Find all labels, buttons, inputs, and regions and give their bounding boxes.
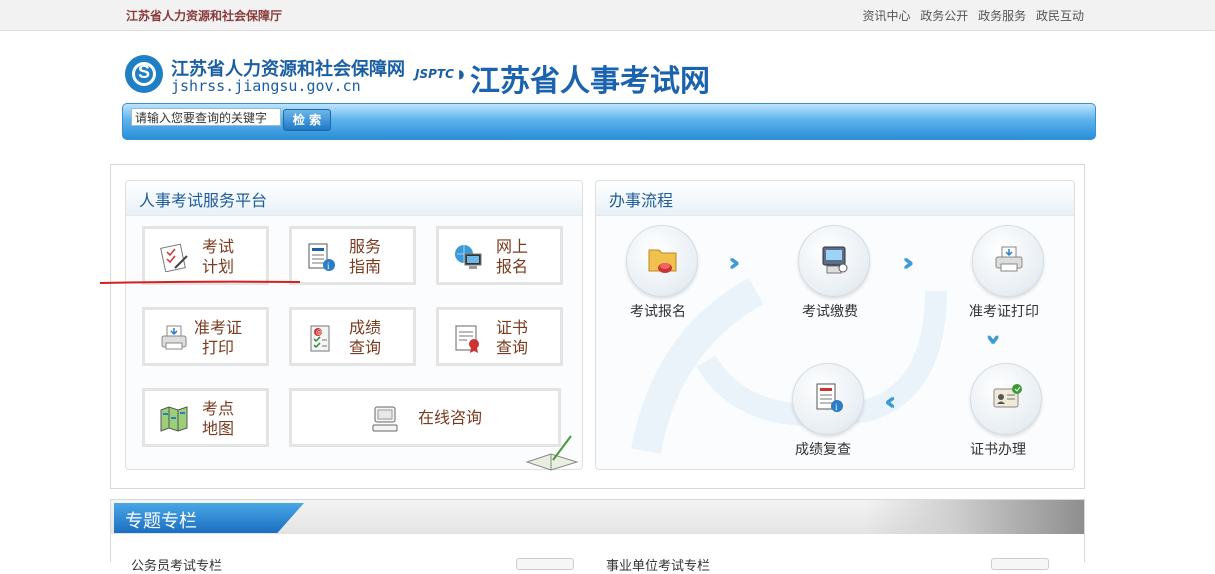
- printer-icon: [995, 246, 1023, 272]
- top-bar: 江苏省人力资源和社会保障厅 资讯中心 政务公开 政务服务 政民互动: [0, 0, 1215, 31]
- tile-label: 在线咨询: [418, 408, 483, 427]
- certificate-icon: [455, 325, 479, 353]
- tile-exam-site-map[interactable]: 考点 地图: [142, 388, 269, 447]
- search-button[interactable]: 检 索: [283, 109, 331, 131]
- nav-gov-affairs-open[interactable]: 政务公开: [920, 9, 968, 23]
- site-url: jshrss.jiangsu.gov.cn: [171, 77, 361, 95]
- nav-news-center[interactable]: 资讯中心: [862, 9, 910, 23]
- step-score-review[interactable]: i: [792, 363, 864, 435]
- step-label: 成绩复查: [795, 442, 851, 458]
- top-nav: 资讯中心 政务公开 政务服务 政民互动: [856, 7, 1084, 24]
- payment-terminal-icon: [822, 246, 848, 274]
- special-title: 专题专栏: [125, 511, 197, 532]
- annotation-underline: [100, 280, 300, 284]
- tile-label: 考试 计划: [201, 237, 234, 276]
- process-title: 办事流程: [609, 191, 674, 210]
- online-registration-icon: [455, 245, 482, 269]
- org-name[interactable]: 江苏省人力资源和社会保障厅: [126, 7, 282, 24]
- tile-admission-ticket-print[interactable]: 准考证 打印: [142, 307, 269, 366]
- chevron-left-icon: ››: [893, 387, 897, 417]
- more-button[interactable]: [516, 558, 574, 570]
- book-decoration: [864, 500, 1084, 534]
- service-guide-icon: i: [308, 243, 335, 271]
- step-label: 考试报名: [630, 304, 686, 320]
- chevron-right-icon: ››: [728, 248, 742, 278]
- tile-service-guide[interactable]: i 服务 指南: [289, 226, 416, 285]
- exam-plan-icon: [160, 243, 188, 272]
- id-card-icon: [993, 384, 1022, 408]
- step-exam-payment[interactable]: [798, 225, 870, 297]
- civil-servant-exam-column[interactable]: 公务员考试专栏: [131, 555, 222, 574]
- jsptc-text: JSPTC: [415, 67, 454, 81]
- nav-gov-services[interactable]: 政务服务: [978, 9, 1026, 23]
- book-pen-decoration-icon: [525, 435, 579, 471]
- exam-site-title[interactable]: 江苏省人事考试网: [470, 56, 710, 100]
- search-input[interactable]: [131, 108, 281, 126]
- service-platform-title: 人事考试服务平台: [139, 191, 268, 210]
- tile-score-query[interactable]: @ 成绩 查询: [289, 307, 416, 366]
- more-button[interactable]: [991, 558, 1049, 570]
- step-admission-print[interactable]: [972, 225, 1044, 297]
- special-section: 专题专栏 公务员考试专栏 事业单位考试专栏: [110, 499, 1085, 574]
- computer-icon: [372, 406, 398, 432]
- tile-label: 准考证 打印: [193, 318, 242, 357]
- tile-label: 成绩 查询: [348, 318, 381, 357]
- tile-online-consult[interactable]: 在线咨询: [289, 388, 561, 447]
- printer-icon: [161, 325, 187, 350]
- tile-certificate-query[interactable]: 证书 查询: [436, 307, 563, 366]
- step-label: 准考证打印: [969, 304, 1039, 320]
- map-icon: [160, 406, 188, 432]
- score-query-icon: @: [310, 325, 330, 352]
- search-bar: 检 索: [122, 103, 1096, 140]
- tile-online-registration[interactable]: 网上 报名: [436, 226, 563, 285]
- step-certificate-processing[interactable]: [970, 363, 1042, 435]
- chevron-right-icon: ››: [902, 248, 916, 278]
- tile-label: 服务 指南: [348, 237, 381, 276]
- jsptc-logo: JSPTC ◗: [415, 67, 465, 81]
- chevron-down-icon: ››: [978, 333, 1009, 337]
- folder-mouse-icon: [648, 249, 677, 273]
- step-exam-registration[interactable]: [626, 225, 698, 297]
- document-info-icon: i: [816, 383, 843, 412]
- svg-text:@: @: [316, 329, 322, 336]
- step-label: 证书办理: [970, 442, 1026, 458]
- public-institution-exam-column[interactable]: 事业单位考试专栏: [606, 555, 710, 574]
- tile-label: 考点 地图: [201, 399, 234, 438]
- hrss-logo-icon[interactable]: S: [125, 55, 163, 93]
- step-label: 考试缴费: [802, 304, 858, 320]
- tile-label: 证书 查询: [495, 318, 528, 357]
- tile-label: 网上 报名: [495, 237, 528, 276]
- nav-interaction[interactable]: 政民互动: [1036, 9, 1084, 23]
- tile-exam-plan[interactable]: 考试 计划: [142, 226, 269, 285]
